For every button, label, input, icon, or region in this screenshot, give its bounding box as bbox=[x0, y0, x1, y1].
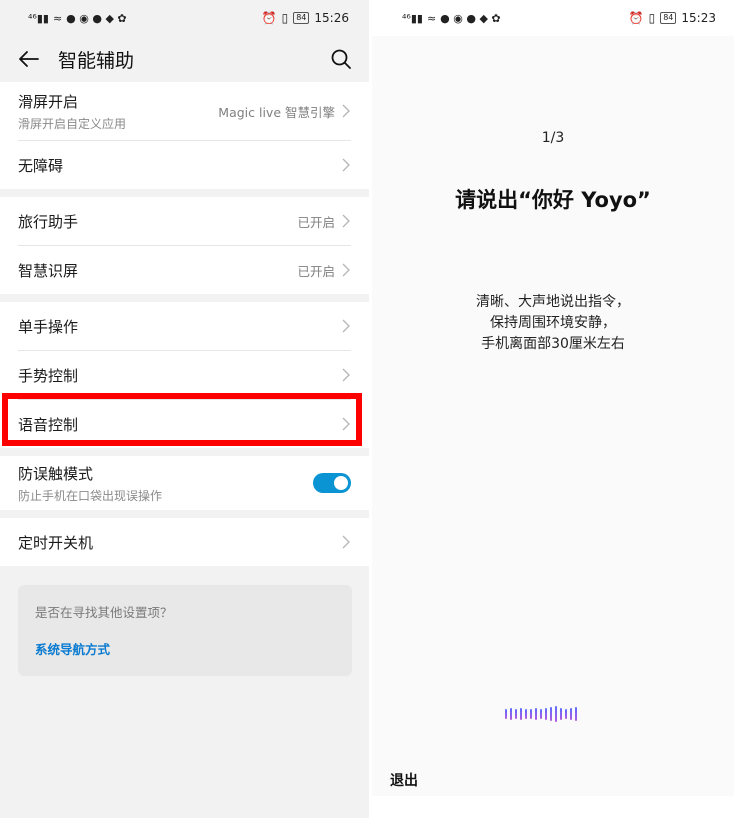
instructions: 清晰、大声地说出指令， 保持周围环境安静， 手机离面部30厘米左右 bbox=[372, 292, 734, 355]
waveform-bar bbox=[535, 708, 537, 720]
instruction-line: 清晰、大声地说出指令， bbox=[476, 294, 630, 310]
page-title: 智能辅助 bbox=[58, 49, 135, 72]
status-time: 15:23 bbox=[681, 11, 716, 25]
row-voice-control[interactable]: 语音控制 bbox=[0, 400, 369, 448]
chevron-right-icon bbox=[342, 417, 350, 431]
waveform-bar bbox=[510, 708, 512, 720]
row-travel-assistant[interactable]: 旅行助手 已开启 bbox=[0, 197, 369, 245]
row-title: 滑屏开启 bbox=[18, 92, 79, 111]
title-bar: 智能辅助 bbox=[0, 36, 369, 82]
chevron-right-icon bbox=[342, 368, 350, 382]
waveform-bar bbox=[520, 708, 522, 720]
battery-icon: 84 bbox=[660, 12, 677, 24]
settings-group: 滑屏开启 滑屏开启自定义应用 Magic live 智慧引擎 无障碍 bbox=[0, 82, 369, 189]
waveform-bar bbox=[525, 709, 527, 719]
instruction-line: 保持周围环境安静， bbox=[490, 315, 616, 331]
row-value: 已开启 bbox=[297, 214, 335, 230]
notification-icons: ● ◉ ● ◆ ✿ bbox=[66, 11, 127, 25]
settings-group: 旅行助手 已开启 智慧识屏 已开启 bbox=[0, 197, 369, 294]
row-gesture-control[interactable]: 手势控制 bbox=[0, 351, 369, 399]
voice-prompt: 请说出“你好 Yoyo” bbox=[455, 188, 651, 212]
status-bar: ⁴⁶▮▮ ≈ ● ◉ ● ◆ ✿ ⏰ ▯ 84 15:23 bbox=[372, 0, 734, 36]
chevron-right-icon bbox=[342, 158, 350, 172]
vibrate-icon: ▯ bbox=[648, 11, 656, 25]
wifi-icon: ≈ bbox=[426, 11, 437, 25]
search-icon[interactable] bbox=[329, 47, 353, 71]
exit-button[interactable]: 退出 bbox=[390, 770, 418, 790]
row-title: 防误触模式 bbox=[18, 464, 94, 483]
status-time: 15:26 bbox=[314, 11, 349, 25]
chevron-right-icon bbox=[342, 214, 350, 228]
settings-group: 定时开关机 bbox=[0, 518, 369, 566]
chevron-right-icon bbox=[342, 263, 350, 277]
row-value: 已开启 bbox=[297, 263, 335, 279]
row-title: 智慧识屏 bbox=[18, 261, 79, 280]
wifi-icon: ≈ bbox=[52, 11, 63, 25]
row-smart-screen[interactable]: 智慧识屏 已开启 bbox=[0, 246, 369, 294]
pocket-mode-toggle[interactable] bbox=[313, 473, 351, 493]
signal-icon: ⁴⁶▮▮ bbox=[28, 11, 49, 25]
row-subtitle: 防止手机在口袋出现误操作 bbox=[18, 488, 163, 503]
row-pocket-mode: 防误触模式 防止手机在口袋出现误操作 bbox=[0, 456, 369, 510]
vibrate-icon: ▯ bbox=[281, 11, 289, 25]
waveform-bar bbox=[540, 709, 542, 719]
suggestion-question: 是否在寻找其他设置项？ bbox=[35, 605, 173, 620]
row-title: 手势控制 bbox=[18, 366, 79, 385]
instruction-line: 手机离面部30厘米左右 bbox=[481, 336, 625, 352]
suggestion-link[interactable]: 系统导航方式 bbox=[35, 639, 335, 658]
step-counter: 1/3 bbox=[541, 130, 565, 146]
status-icons: ⁴⁶▮▮ ≈ ● ◉ ● ◆ ✿ bbox=[402, 12, 501, 25]
chevron-right-icon bbox=[342, 535, 350, 549]
row-one-hand[interactable]: 单手操作 bbox=[0, 302, 369, 350]
chevron-right-icon bbox=[342, 319, 350, 333]
waveform-bar bbox=[530, 709, 532, 719]
row-title: 无障碍 bbox=[18, 156, 64, 175]
waveform-bar bbox=[575, 707, 577, 721]
alarm-icon: ⏰ bbox=[261, 11, 277, 25]
alarm-icon: ⏰ bbox=[628, 11, 644, 25]
waveform-bar bbox=[570, 708, 572, 720]
battery-icon: 84 bbox=[293, 12, 310, 24]
back-arrow-icon[interactable] bbox=[18, 47, 42, 71]
status-bar: ⁴⁶▮▮ ≈ ● ◉ ● ◆ ✿ ⏰ ▯ 84 15:26 bbox=[0, 0, 369, 36]
waveform-bar bbox=[565, 709, 567, 719]
chevron-right-icon bbox=[342, 104, 350, 118]
row-subtitle: 滑屏开启自定义应用 bbox=[18, 116, 127, 131]
suggestion-card: 是否在寻找其他设置项？ 系统导航方式 bbox=[18, 585, 352, 676]
row-title: 旅行助手 bbox=[18, 212, 79, 231]
row-accessibility[interactable]: 无障碍 bbox=[0, 141, 369, 189]
voice-training-screen: ⁴⁶▮▮ ≈ ● ◉ ● ◆ ✿ ⏰ ▯ 84 15:23 1/3 请说出“你好… bbox=[372, 0, 734, 818]
row-title: 单手操作 bbox=[18, 317, 79, 336]
notification-icons: ● ◉ ● ◆ ✿ bbox=[440, 11, 501, 25]
settings-group: 单手操作 手势控制 语音控制 bbox=[0, 302, 369, 448]
row-slide-screen[interactable]: 滑屏开启 滑屏开启自定义应用 Magic live 智慧引擎 bbox=[0, 82, 369, 140]
status-icons: ⁴⁶▮▮ ≈ ● ◉ ● ◆ ✿ bbox=[28, 12, 127, 25]
settings-group: 防误触模式 防止手机在口袋出现误操作 bbox=[0, 456, 369, 510]
voice-body: 1/3 请说出“你好 Yoyo” 清晰、大声地说出指令， 保持周围环境安静， 手… bbox=[372, 36, 734, 796]
waveform-bar bbox=[515, 709, 517, 719]
row-title: 定时开关机 bbox=[18, 533, 94, 552]
signal-icon: ⁴⁶▮▮ bbox=[402, 11, 423, 25]
waveform-bar bbox=[560, 708, 562, 720]
row-title: 语音控制 bbox=[18, 415, 79, 434]
row-scheduled-power[interactable]: 定时开关机 bbox=[0, 518, 369, 566]
row-value: Magic live 智慧引擎 bbox=[218, 104, 335, 120]
waveform-bar bbox=[555, 706, 557, 722]
waveform-bar bbox=[550, 707, 552, 721]
waveform-bar bbox=[545, 708, 547, 720]
settings-screen: ⁴⁶▮▮ ≈ ● ◉ ● ◆ ✿ ⏰ ▯ 84 15:26 智能辅助 滑屏开启 … bbox=[0, 0, 369, 818]
voice-waveform-icon bbox=[505, 704, 577, 724]
waveform-bar bbox=[505, 709, 507, 719]
